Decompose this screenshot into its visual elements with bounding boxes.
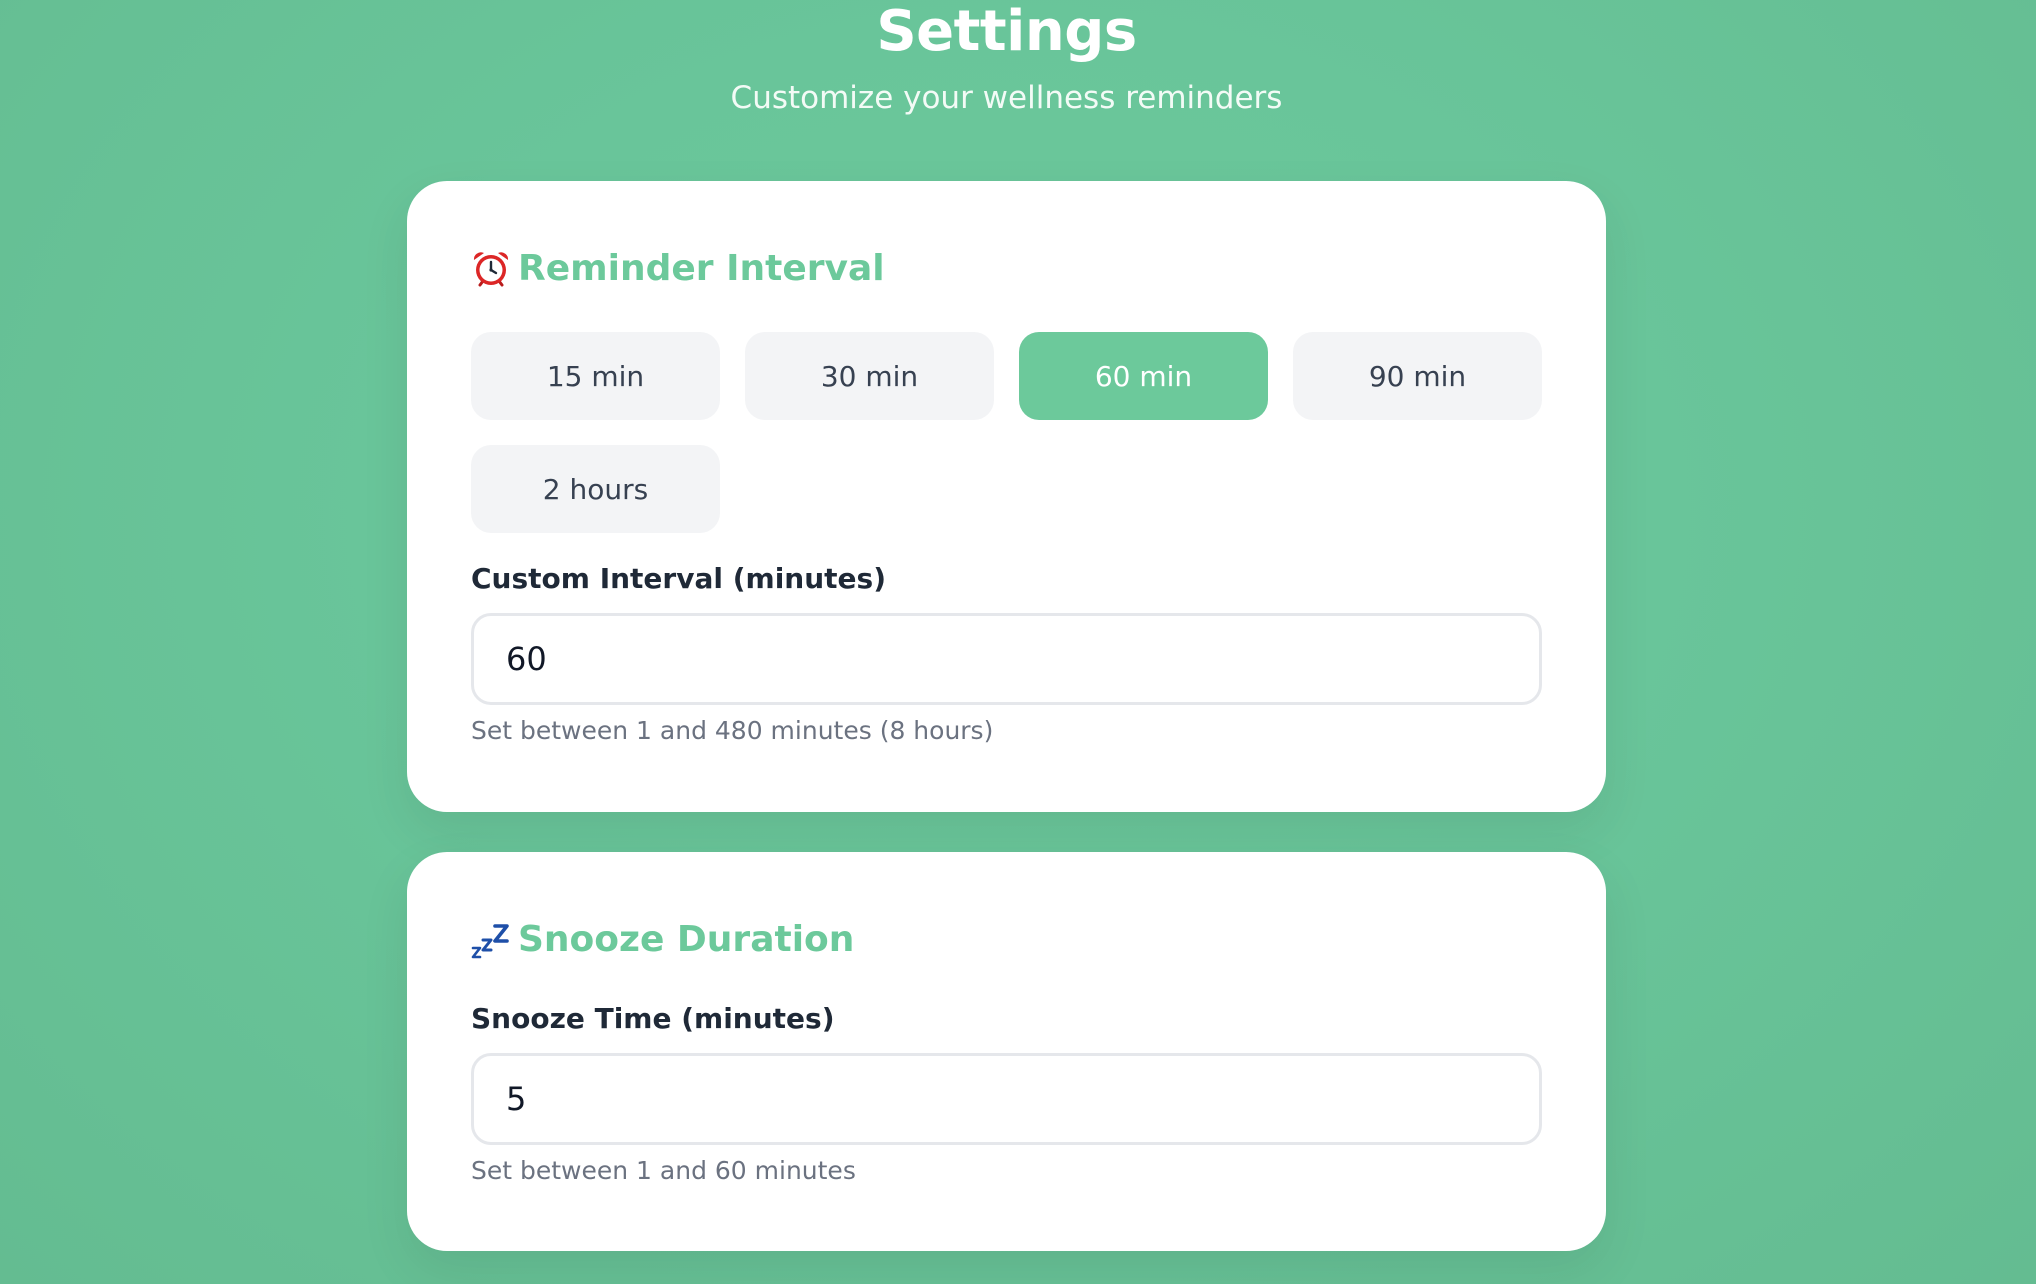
custom-interval-input[interactable] <box>471 613 1542 705</box>
custom-interval-label: Custom Interval (minutes) <box>471 562 886 595</box>
snooze-duration-card: Snooze Duration Snooze Time (minutes) Se… <box>407 852 1606 1251</box>
custom-interval-help: Set between 1 and 480 minutes (8 hours) <box>471 716 994 745</box>
reminder-interval-title: Reminder Interval <box>518 248 885 289</box>
page-title: Settings <box>876 0 1137 64</box>
snooze-time-help: Set between 1 and 60 minutes <box>471 1156 856 1185</box>
interval-option-60-min[interactable]: 60 min <box>1019 332 1268 420</box>
zzz-sleep-icon <box>471 920 511 960</box>
reminder-interval-card: Reminder Interval 15 min 30 min 60 min 9… <box>407 181 1606 812</box>
snooze-duration-heading: Snooze Duration <box>471 918 854 962</box>
snooze-time-label: Snooze Time (minutes) <box>471 1002 835 1035</box>
interval-option-90-min[interactable]: 90 min <box>1293 332 1542 420</box>
page-header: Settings Customize your wellness reminde… <box>0 0 2013 118</box>
interval-option-30-min[interactable]: 30 min <box>745 332 994 420</box>
interval-option-15-min[interactable]: 15 min <box>471 332 720 420</box>
snooze-duration-title: Snooze Duration <box>518 919 855 960</box>
interval-options: 15 min 30 min 60 min 90 min 2 hours <box>471 332 1542 533</box>
page-subtitle: Customize your wellness reminders <box>730 80 1283 116</box>
interval-option-2-hours[interactable]: 2 hours <box>471 445 720 533</box>
snooze-time-input[interactable] <box>471 1053 1542 1145</box>
reminder-interval-heading: Reminder Interval <box>471 247 885 291</box>
alarm-clock-icon <box>471 249 511 289</box>
